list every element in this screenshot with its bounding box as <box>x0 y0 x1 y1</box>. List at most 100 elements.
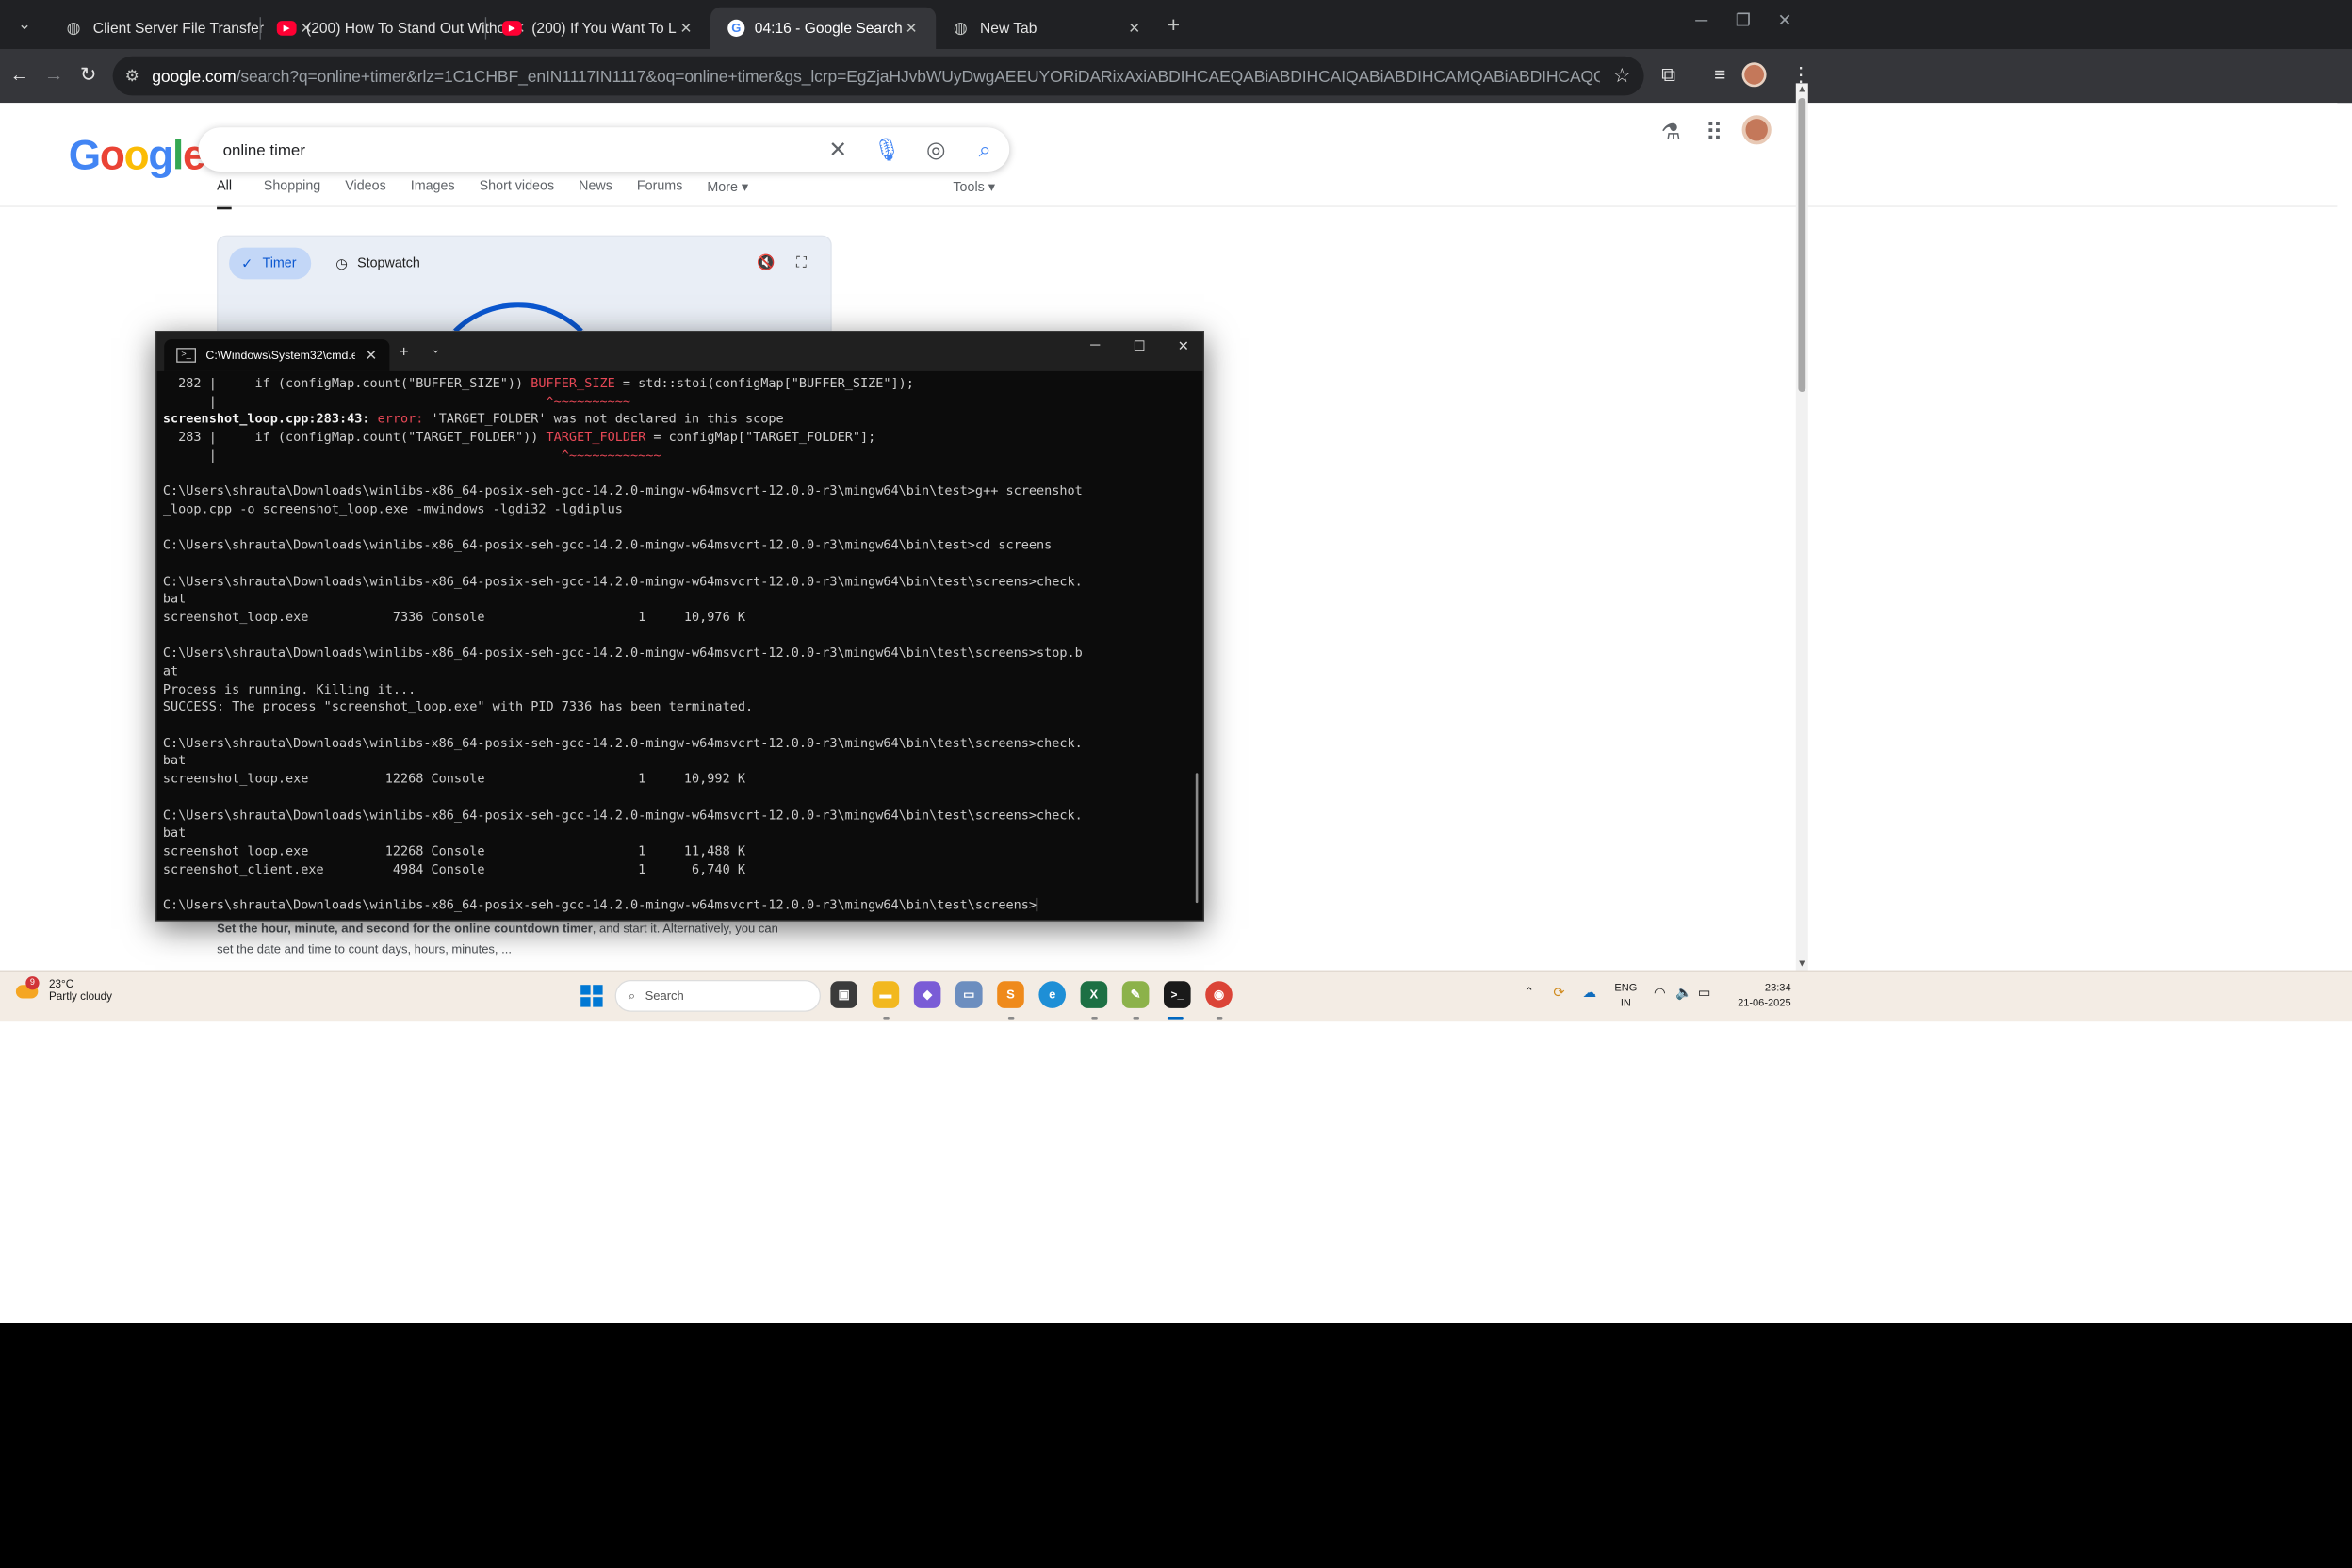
onedrive-cloud-icon[interactable]: ☁ <box>1583 985 1596 1002</box>
clock-icon: ◷ <box>335 256 348 271</box>
globe-icon: ◍ <box>953 18 968 38</box>
terminal-maximize-icon[interactable]: ☐ <box>1118 338 1162 354</box>
terminal-text: C:\Users\shrauta\Downloads\winlibs-x86_6… <box>162 645 1083 662</box>
terminal-scrollbar[interactable] <box>1195 773 1199 904</box>
bookmark-star-icon[interactable]: ☆ <box>1600 64 1644 89</box>
terminal-output[interactable]: 282 | if (configMap.count("BUFFER_SIZE")… <box>163 375 1189 917</box>
copilot-icon[interactable]: ◆ <box>913 981 941 1008</box>
voice-search-icon[interactable]: 🎙 <box>862 137 911 162</box>
extensions-icon[interactable]: ⧉ <box>1654 61 1683 90</box>
search-query[interactable]: online timer <box>223 140 814 159</box>
file-explorer-icon[interactable]: ▬ <box>872 981 900 1008</box>
excel-icon[interactable]: X <box>1080 981 1108 1008</box>
dropdown-chevron-icon[interactable]: ⌄ <box>432 343 441 356</box>
reload-icon[interactable]: ↻ <box>74 61 103 90</box>
terminal-line: C:\Users\shrauta\Downloads\winlibs-x86_6… <box>163 573 1189 591</box>
clear-icon[interactable]: ✕ <box>813 137 862 162</box>
terminal-window[interactable]: >_ C:\Windows\System32\cmd.e ✕ + ⌄ ─ ☐ ✕… <box>155 331 1204 922</box>
labs-flask-icon[interactable]: ⚗ <box>1661 120 1681 145</box>
terminal-minimize-icon[interactable]: ─ <box>1073 338 1118 353</box>
new-tab-button[interactable]: + <box>1159 9 1188 39</box>
browser-tab-strip: ⌄ ◍ Client Server File Transfer ✕ ▶ (200… <box>0 0 2352 50</box>
close-window-icon[interactable]: ✕ <box>1756 0 1813 40</box>
sublime-text-icon[interactable]: S <box>997 981 1024 1008</box>
terminal-close-icon[interactable]: ✕ <box>1161 338 1205 354</box>
close-tab-icon[interactable]: ✕ <box>1124 20 1144 37</box>
edge-icon[interactable]: e <box>1038 981 1066 1008</box>
desktop-screen: ⌄ ◍ Client Server File Transfer ✕ ▶ (200… <box>0 0 2352 1323</box>
close-tab-icon[interactable]: ✕ <box>677 20 696 37</box>
close-tab-icon[interactable]: ✕ <box>902 20 922 37</box>
terminal-line: screenshot_loop.exe 12268 Console 1 11,4… <box>163 842 1189 860</box>
media-controls-icon[interactable]: ≡ <box>1706 61 1735 90</box>
cmd-icon: >_ <box>176 348 196 363</box>
page-scrollbar-thumb[interactable] <box>1798 98 1806 392</box>
notification-badge: 9 <box>25 976 40 990</box>
address-bar[interactable]: ⚙ google.com/search?q=online+timer&rlz=1… <box>112 56 1644 96</box>
tab-search-menu-button[interactable]: ⌄ <box>8 11 41 39</box>
language-indicator[interactable]: ENG IN <box>1614 980 1637 1009</box>
terminal-line: C:\Users\shrauta\Downloads\winlibs-x86_6… <box>163 537 1189 555</box>
stopwatch-chip[interactable]: ◷ Stopwatch <box>318 248 437 280</box>
site-info-icon[interactable]: ⚙ <box>125 66 153 86</box>
wifi-icon[interactable]: ◠ <box>1654 985 1665 1002</box>
battery-icon[interactable]: ▭ <box>1698 985 1711 1002</box>
lens-icon[interactable]: ◎ <box>911 137 960 162</box>
fullscreen-icon[interactable]: ⛶ <box>796 253 807 272</box>
apps-grid-icon[interactable]: ⠿ <box>1706 118 1723 148</box>
terminal-text: screenshot_loop.exe 7336 Console 1 10,97… <box>162 610 745 625</box>
sync-icon[interactable]: ⟳ <box>1553 985 1564 1002</box>
language-code: ENG <box>1614 981 1638 994</box>
google-icon: G <box>727 19 745 37</box>
terminal-tab-bar: >_ C:\Windows\System32\cmd.e ✕ + ⌄ ─ ☐ ✕ <box>156 332 1205 371</box>
system-clock[interactable]: 23:34 21-06-2025 <box>1723 980 1791 1009</box>
browser-tab[interactable]: ▶ (200) If You Want To Learn Fast ✕ <box>485 8 710 49</box>
browser-tab[interactable]: ◍ New Tab ✕ <box>934 8 1159 49</box>
profile-avatar[interactable] <box>1741 62 1767 88</box>
account-avatar[interactable] <box>1741 115 1772 145</box>
forward-icon[interactable]: → <box>40 61 69 90</box>
terminal-text: BUFFER_SIZE <box>531 376 615 391</box>
terminal-line: C:\Users\shrauta\Downloads\winlibs-x86_6… <box>163 482 1189 500</box>
timer-chip[interactable]: ✓ Timer <box>229 247 312 280</box>
windows-start-icon[interactable] <box>580 985 603 1007</box>
search-icon[interactable]: ⌕ <box>960 137 1009 162</box>
windows-taskbar: 9 23°C Partly cloudy ⌕ Search ▣ ▬ ◆ ▭ S … <box>0 970 2352 1022</box>
chrome-icon[interactable]: ◉ <box>1205 981 1233 1008</box>
terminal-text: screenshot_loop.exe 12268 Console 1 10,9… <box>162 772 745 787</box>
terminal-app-icon[interactable]: >_ <box>1164 981 1191 1008</box>
terminal-text: at <box>162 663 179 679</box>
terminal-line: screenshot_client.exe 4984 Console 1 6,7… <box>163 860 1189 878</box>
image-editor-icon[interactable]: ✎ <box>1121 981 1150 1008</box>
scroll-up-arrow-icon[interactable]: ▲ <box>1796 83 1808 94</box>
app-window-icon[interactable]: ▭ <box>955 981 983 1008</box>
terminal-text: bat <box>162 592 187 607</box>
tab-title: (200) How To Stand Out Withou <box>306 19 510 37</box>
search-icon: ⌕ <box>628 988 636 1004</box>
terminal-text: C:\Users\shrauta\Downloads\winlibs-x86_6… <box>162 574 1083 589</box>
search-box[interactable]: online timer ✕ 🎙 ◎ ⌕ <box>198 127 1010 172</box>
google-logo[interactable]: Google <box>69 132 206 180</box>
terminal-text: Process is running. Killing it... <box>162 681 416 697</box>
mute-icon[interactable]: 🔇 <box>757 253 775 270</box>
tray-overflow-chevron-icon[interactable]: ⌃ <box>1524 987 1534 1000</box>
back-icon[interactable]: ← <box>5 61 34 90</box>
terminal-line: | ^~~~~~~~~~~~~ <box>163 447 1189 465</box>
terminal-line: screenshot_loop.cpp:283:43: error: 'TARG… <box>163 411 1189 429</box>
close-tab-icon[interactable]: ✕ <box>365 347 377 364</box>
terminal-text: 'TARGET_FOLDER' was not declared in this… <box>431 412 784 427</box>
new-terminal-tab-icon[interactable]: + <box>400 342 409 361</box>
browser-tab-active[interactable]: G 04:16 - Google Search ✕ <box>710 7 937 50</box>
weather-widget[interactable]: 9 23°C Partly cloudy <box>15 976 112 1004</box>
tools-button[interactable]: Tools ▾ <box>953 179 995 195</box>
terminal-text: C:\Users\shrauta\Downloads\winlibs-x86_6… <box>162 897 1037 913</box>
terminal-line: _loop.cpp -o screenshot_loop.exe -mwindo… <box>163 500 1189 518</box>
taskbar-search[interactable]: ⌕ Search <box>614 980 821 1012</box>
task-view-icon[interactable]: ▣ <box>830 981 858 1008</box>
terminal-tab[interactable]: >_ C:\Windows\System32\cmd.e ✕ <box>164 339 390 371</box>
terminal-line: C:\Users\shrauta\Downloads\winlibs-x86_6… <box>163 735 1189 753</box>
volume-icon[interactable]: 🔈 <box>1675 985 1692 1002</box>
scroll-down-arrow-icon[interactable]: ▼ <box>1796 958 1808 970</box>
